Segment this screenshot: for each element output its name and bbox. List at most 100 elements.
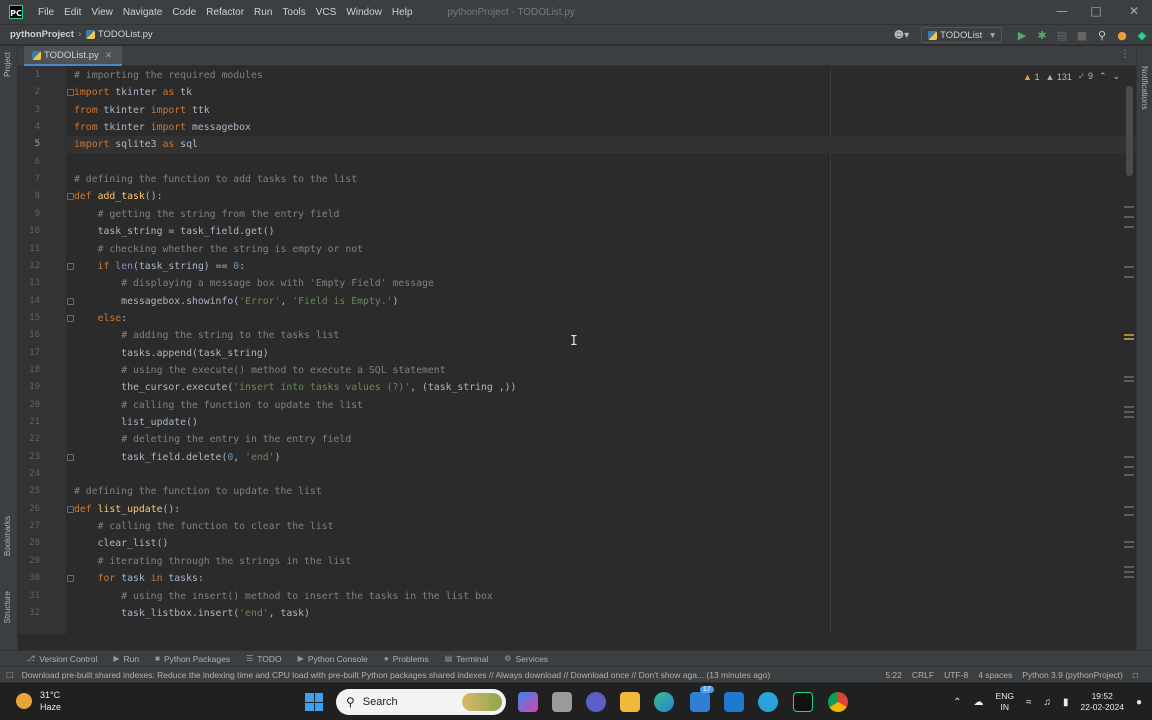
windows-start-icon[interactable] (305, 693, 323, 711)
menu-window[interactable]: Window (341, 0, 387, 24)
menu-file[interactable]: File (33, 0, 59, 24)
pycharm-logo-icon[interactable]: PC (9, 5, 23, 19)
wifi-icon[interactable]: ≈ (1026, 697, 1032, 708)
code-line[interactable]: from tkinter import ttk (74, 102, 210, 119)
line-number[interactable]: 2 (18, 87, 40, 97)
code-line[interactable]: for task in tasks: (74, 570, 204, 587)
error-stripe-mark[interactable] (1124, 276, 1134, 278)
line-number[interactable]: 20 (18, 400, 40, 410)
clock[interactable]: 19:52 22-02-2024 (1080, 691, 1123, 713)
code-line[interactable]: # calling the function to update the lis… (74, 397, 363, 414)
tool-window-problems[interactable]: ● Problems (384, 654, 429, 664)
fold-marker-icon[interactable] (67, 314, 74, 322)
fold-marker-icon[interactable] (67, 297, 74, 305)
line-number[interactable]: 15 (18, 313, 40, 323)
line-number[interactable]: 9 (18, 209, 40, 219)
line-number[interactable]: 24 (18, 469, 40, 479)
line-number[interactable]: 12 (18, 261, 40, 271)
line-number[interactable]: 13 (18, 278, 40, 288)
code-line[interactable]: from tkinter import messagebox (74, 119, 251, 136)
line-number[interactable]: 17 (18, 348, 40, 358)
line-number[interactable]: 26 (18, 504, 40, 514)
breadcrumb-project[interactable]: pythonProject (10, 29, 74, 40)
error-stripe-mark[interactable] (1124, 338, 1134, 340)
line-number[interactable]: 1 (18, 70, 40, 80)
taskbar-search[interactable]: ⚲ Search (336, 689, 506, 715)
code-line[interactable]: tasks.append(task_string) (74, 345, 268, 362)
menu-run[interactable]: Run (249, 0, 277, 24)
close-window-icon[interactable]: ✕ (1124, 4, 1144, 18)
inspection-widget[interactable]: ▲ 1 ▲ 131 ✓ 9 ⌃ ⌄ (1023, 71, 1120, 82)
pycharm-taskbar-icon[interactable] (793, 692, 813, 712)
code-line[interactable]: list_update() (74, 414, 198, 431)
tool-window-todo[interactable]: ☰ TODO (246, 654, 282, 664)
line-number[interactable]: 30 (18, 573, 40, 583)
telegram-icon[interactable] (758, 692, 778, 712)
line-number[interactable]: 18 (18, 365, 40, 375)
error-stripe-mark[interactable] (1124, 466, 1134, 468)
code-line[interactable]: # using the execute() method to execute … (74, 362, 445, 379)
line-number[interactable]: 25 (18, 486, 40, 496)
line-number[interactable]: 10 (18, 226, 40, 236)
error-stripe-mark[interactable] (1124, 566, 1134, 568)
line-number[interactable]: 11 (18, 244, 40, 254)
line-number[interactable]: 3 (18, 105, 40, 115)
line-number[interactable]: 32 (18, 608, 40, 618)
code-line[interactable]: import sqlite3 as sql (74, 136, 198, 153)
error-stripe-mark[interactable] (1124, 546, 1134, 548)
menu-code[interactable]: Code (167, 0, 201, 24)
code-line[interactable]: # calling the function to clear the list (74, 518, 334, 535)
battery-icon[interactable]: ▮ (1063, 697, 1069, 708)
maximize-icon[interactable]: □ (1086, 4, 1106, 18)
edge-icon[interactable] (654, 692, 674, 712)
file-encoding[interactable]: UTF-8 (944, 670, 968, 680)
line-number[interactable]: 8 (18, 191, 40, 201)
tool-window-python-packages[interactable]: ■ Python Packages (155, 654, 230, 664)
error-stripe-mark[interactable] (1124, 216, 1134, 218)
run-icon[interactable]: ▶ (1012, 29, 1032, 42)
jetbrains-assistant-icon[interactable]: ◆ (1132, 29, 1152, 42)
warning-count[interactable]: ▲ 1 (1023, 72, 1039, 82)
error-stripe-mark[interactable] (1124, 456, 1134, 458)
error-stripe-mark[interactable] (1124, 334, 1134, 336)
chrome-icon[interactable] (828, 692, 848, 712)
chevron-up-icon[interactable]: ⌃ (953, 697, 961, 708)
weak-warning-count[interactable]: ▲ 131 (1045, 72, 1071, 82)
notifications-tool-button[interactable]: Notifications (1140, 66, 1149, 110)
menu-help[interactable]: Help (387, 0, 418, 24)
typo-count[interactable]: ✓ 9 (1078, 71, 1093, 82)
line-number[interactable]: 31 (18, 591, 40, 601)
fold-marker-icon[interactable] (67, 193, 74, 201)
error-stripe-mark[interactable] (1124, 416, 1134, 418)
teams-icon[interactable] (586, 692, 606, 712)
copilot-icon[interactable] (518, 692, 538, 712)
chevron-down-icon[interactable]: ⌄ (1113, 71, 1121, 82)
code-line[interactable]: task_listbox.insert('end', task) (74, 605, 310, 622)
menu-tools[interactable]: Tools (277, 0, 310, 24)
error-stripe-mark[interactable] (1124, 576, 1134, 578)
error-stripe-mark[interactable] (1124, 406, 1134, 408)
fold-marker-icon[interactable] (67, 262, 74, 270)
user-icon[interactable]: ☻▾ (894, 30, 909, 41)
fold-marker-icon[interactable] (67, 89, 74, 97)
task-view-icon[interactable] (552, 692, 572, 712)
error-stripe-mark[interactable] (1124, 541, 1134, 543)
tool-window-services[interactable]: ⚙ Services (504, 654, 548, 664)
code-line[interactable]: def list_update(): (74, 501, 180, 518)
code-line[interactable]: # getting the string from the entry fiel… (74, 206, 340, 223)
code-line[interactable]: messagebox.showinfo('Error', 'Field is E… (74, 293, 398, 310)
line-number[interactable]: 4 (18, 122, 40, 132)
error-stripe-mark[interactable] (1124, 514, 1134, 516)
search-icon[interactable]: ⚲ (1092, 29, 1112, 42)
menu-edit[interactable]: Edit (59, 0, 86, 24)
error-stripe-mark[interactable] (1124, 266, 1134, 268)
notification-bell-icon[interactable]: ● (1136, 697, 1142, 708)
line-number-gutter[interactable]: 1 2 3 4 5 6 7 8 9 10 11 12 13 14 15 16 17 18 19 20 21 22 23 24 2… (18, 66, 66, 634)
menu-refactor[interactable]: Refactor (201, 0, 249, 24)
ide-updates-icon[interactable]: ● (1112, 29, 1132, 42)
stop-icon[interactable]: ■ (1072, 29, 1092, 42)
lock-icon[interactable]: □ (1133, 670, 1138, 680)
line-number[interactable]: 14 (18, 296, 40, 306)
error-stripe-mark[interactable] (1124, 506, 1134, 508)
code-line[interactable]: # defining the function to update the li… (74, 483, 322, 500)
